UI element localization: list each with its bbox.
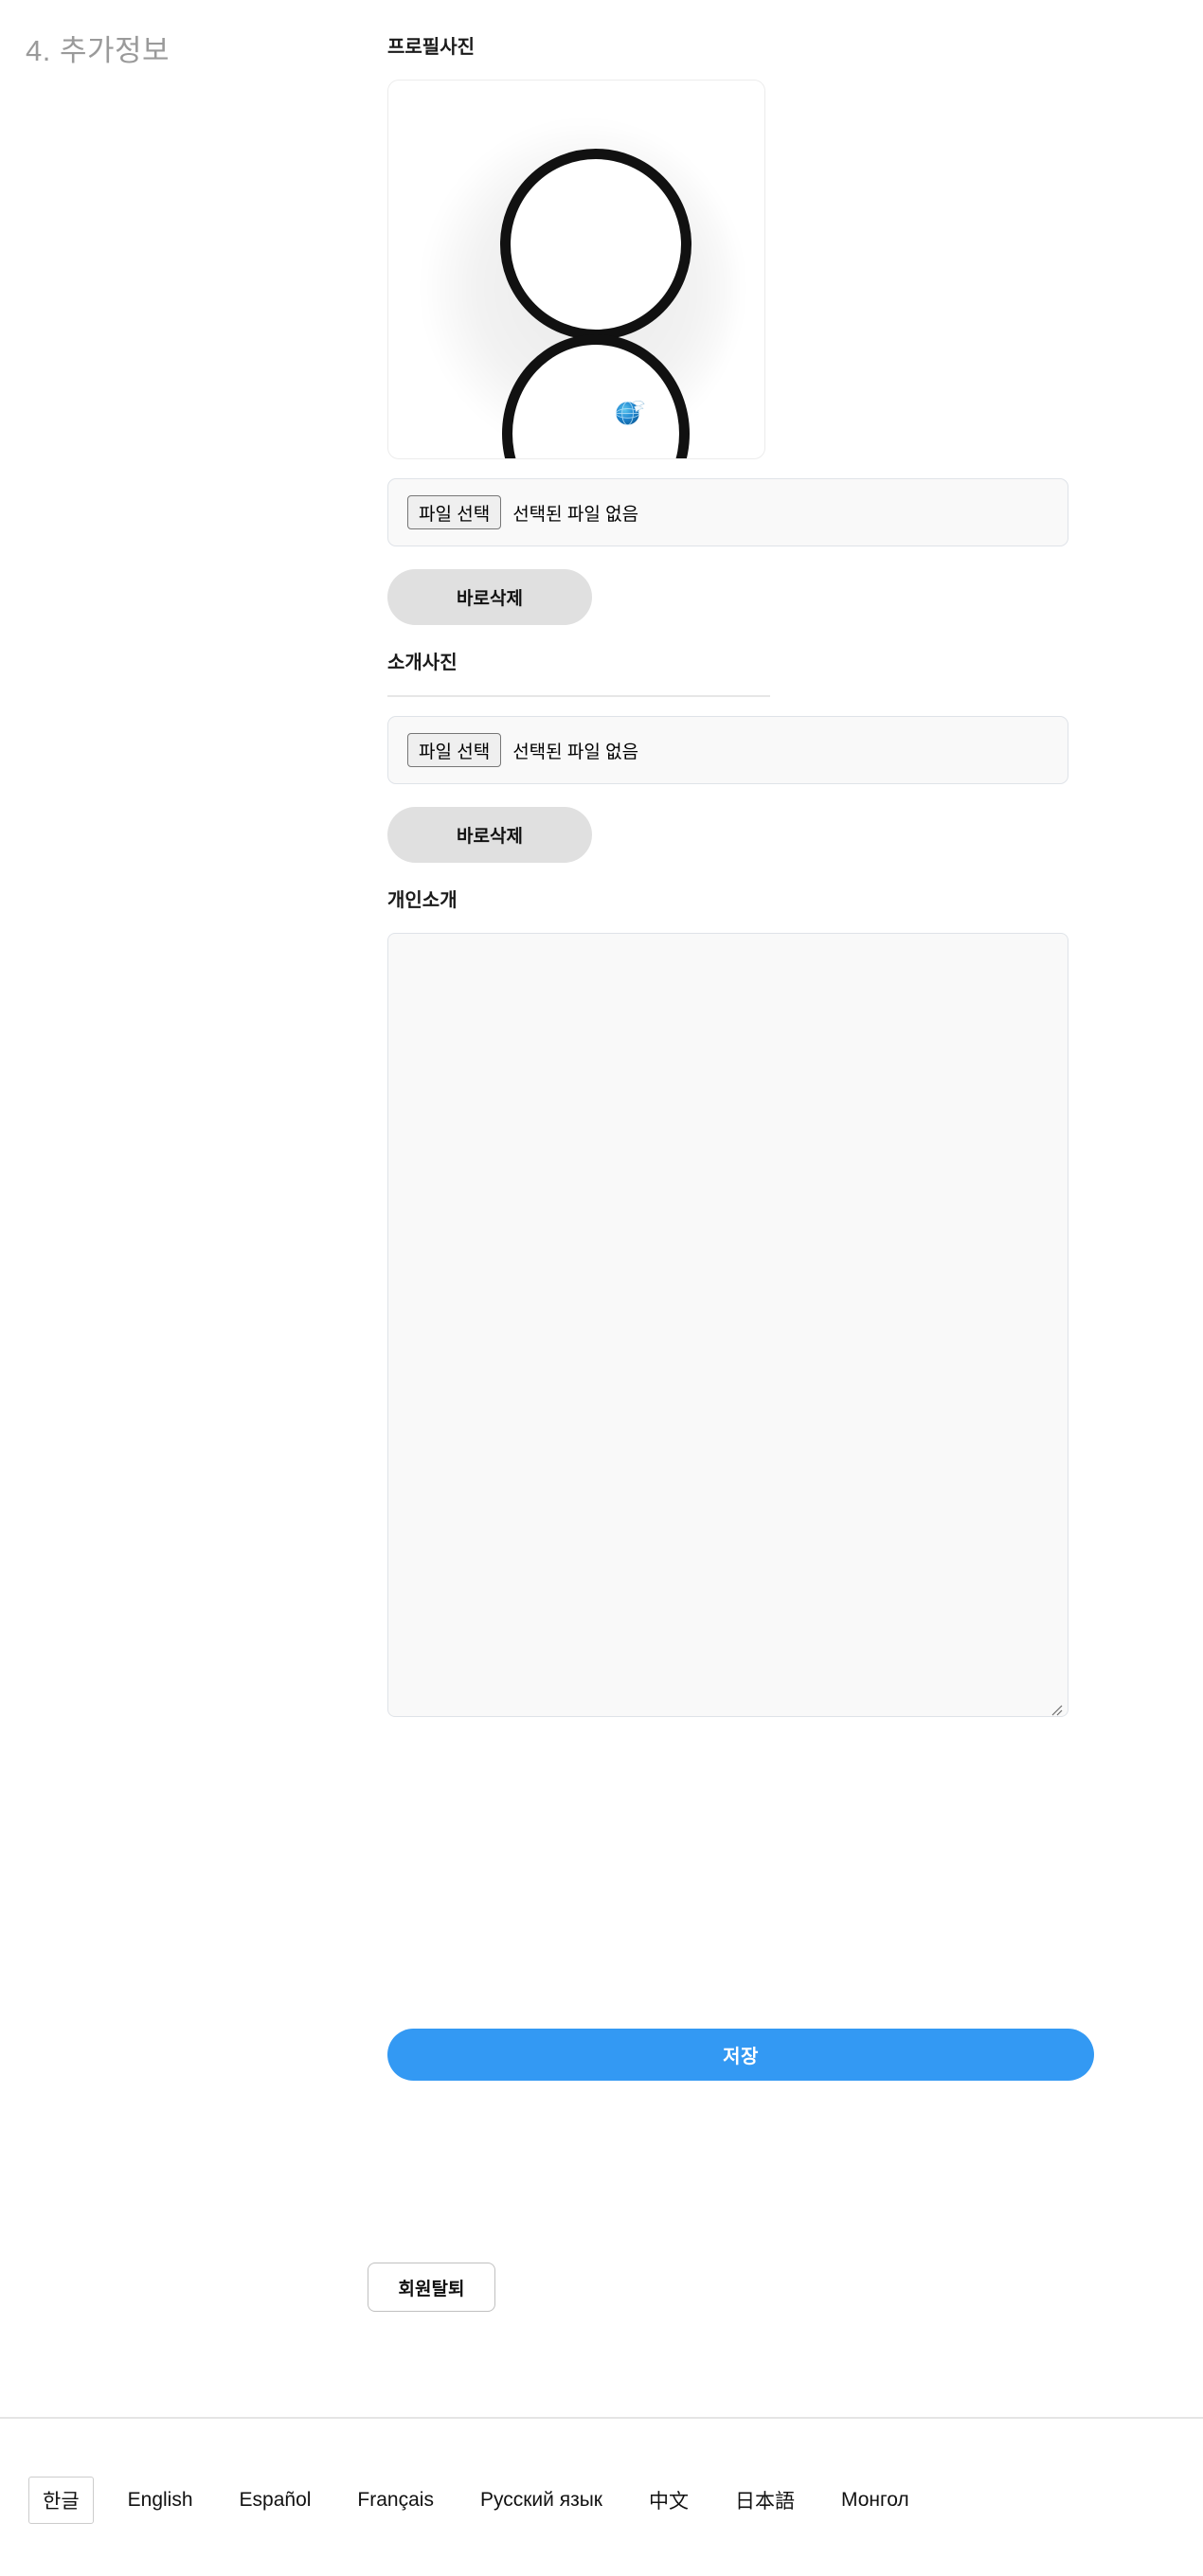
step-heading: 4. 추가정보 xyxy=(26,34,171,67)
profile-photo-field: 프로필사진 파일 선택 선택된 파일 없음 바로삭제 xyxy=(387,36,1068,625)
profile-photo-file-input[interactable]: 파일 선택 선택된 파일 없음 xyxy=(387,478,1068,546)
bio-field: 개인소개 xyxy=(387,889,1068,1722)
language-option-4[interactable]: Русский язык xyxy=(480,2489,602,2512)
globe-icon xyxy=(615,401,645,426)
intro-photo-choose-file-button[interactable]: 파일 선택 xyxy=(407,733,502,767)
profile-photo-file-status: 선택된 파일 없음 xyxy=(512,504,639,525)
language-option-0[interactable]: 한글 xyxy=(28,2477,94,2524)
intro-photo-empty-preview-rule xyxy=(387,695,770,697)
bio-label: 개인소개 xyxy=(387,890,458,911)
intro-photo-label: 소개사진 xyxy=(387,653,458,673)
profile-photo-label: 프로필사진 xyxy=(387,37,475,58)
avatar-head xyxy=(500,149,691,340)
bio-textarea[interactable] xyxy=(387,933,1068,1717)
language-option-2[interactable]: Español xyxy=(240,2489,312,2512)
intro-photo-delete-button[interactable]: 바로삭제 xyxy=(387,807,592,863)
language-option-5[interactable]: 中文 xyxy=(649,2486,689,2514)
language-selector: 한글 English Español Français Русский язык 中文 日本… xyxy=(0,2462,1203,2538)
footer-divider xyxy=(0,2417,1203,2419)
intro-photo-file-input[interactable]: 파일 선택 선택된 파일 없음 xyxy=(387,716,1068,784)
save-button[interactable]: 저장 xyxy=(387,2029,1094,2081)
intro-photo-field: 소개사진 파일 선택 선택된 파일 없음 바로삭제 xyxy=(387,652,1068,863)
user-avatar-placeholder-icon xyxy=(388,80,764,458)
language-option-7[interactable]: Монгол xyxy=(841,2489,909,2512)
additional-info-form: 프로필사진 파일 선택 선택된 파일 없음 바로삭제 소개사진 파일 선택 선택… xyxy=(387,36,1068,1722)
bio-textarea-shell xyxy=(387,912,1068,1722)
intro-photo-file-status: 선택된 파일 없음 xyxy=(512,742,639,762)
profile-photo-delete-button[interactable]: 바로삭제 xyxy=(387,569,592,625)
language-option-3[interactable]: Français xyxy=(357,2489,434,2512)
language-option-1[interactable]: English xyxy=(128,2489,193,2512)
language-option-6[interactable]: 日本語 xyxy=(735,2486,795,2514)
profile-photo-preview[interactable] xyxy=(387,80,765,459)
withdraw-membership-button[interactable]: 회원탈퇴 xyxy=(368,2263,495,2312)
profile-photo-choose-file-button[interactable]: 파일 선택 xyxy=(407,495,502,529)
